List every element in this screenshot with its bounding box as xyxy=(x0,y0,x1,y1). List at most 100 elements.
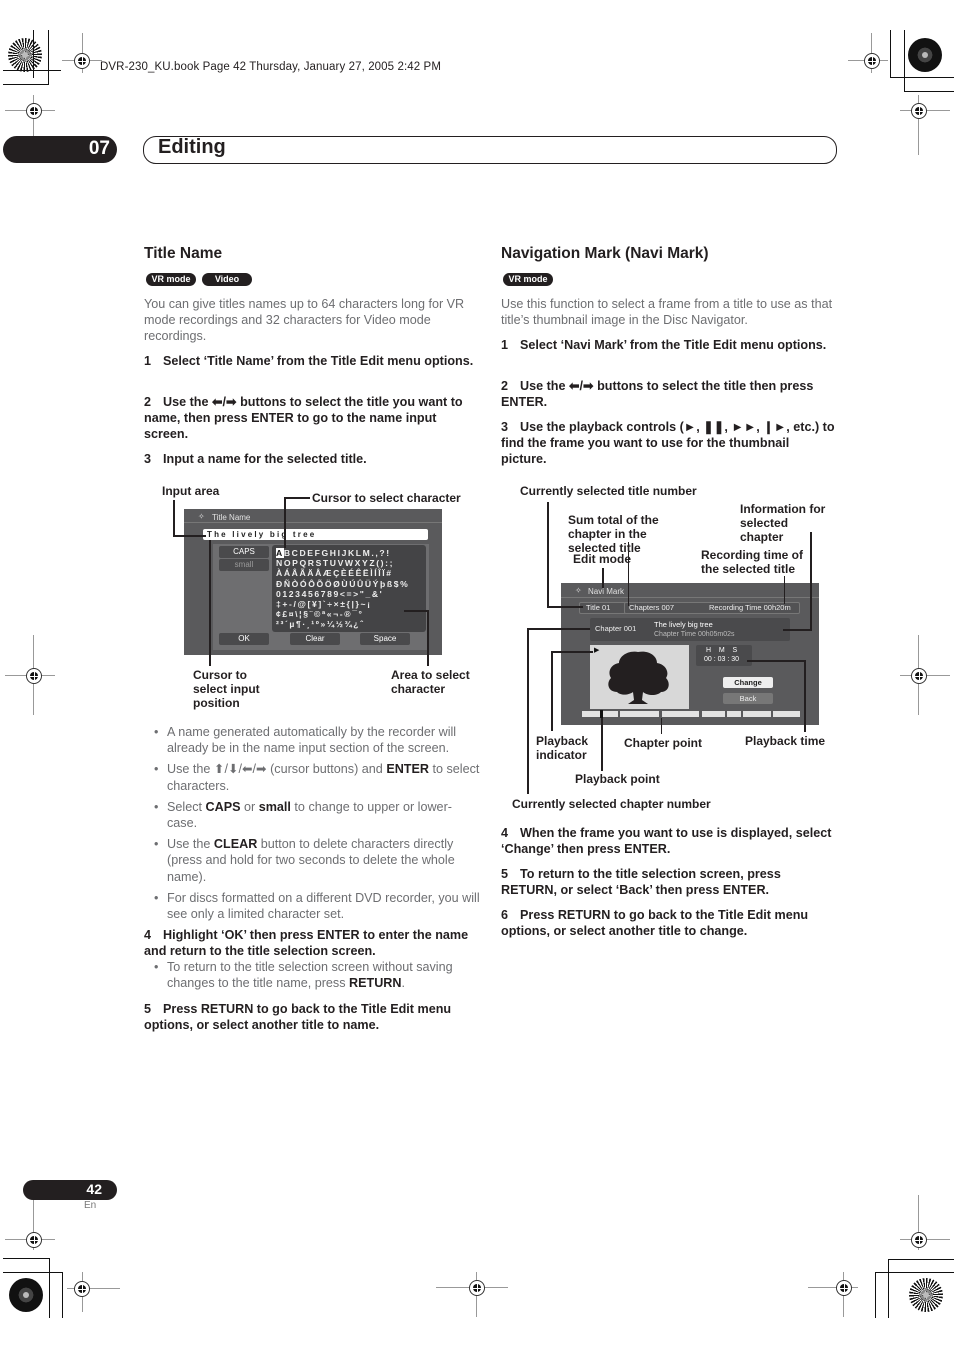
chapter-number: 07 xyxy=(88,138,110,159)
character-key[interactable]: Q xyxy=(299,558,307,568)
character-key[interactable]: Á xyxy=(284,568,292,578)
callout-edit-mode: Edit mode xyxy=(573,552,632,566)
playback-point-marker[interactable] xyxy=(600,710,603,718)
character-key[interactable]: ° xyxy=(359,609,364,619)
character-key[interactable]: N xyxy=(276,558,284,568)
menu-icon: ✧ xyxy=(198,512,205,521)
navi-mark-step-4: 4 When the frame you want to use is displ… xyxy=(501,826,832,857)
callout-input-area: Input area xyxy=(162,484,220,498)
caps-button[interactable]: CAPS xyxy=(219,546,269,558)
small-button[interactable]: small xyxy=(219,559,269,571)
page-number: 42 xyxy=(86,1181,102,1197)
name-input-field[interactable]: The lively big tree xyxy=(203,529,428,540)
character-key[interactable]: Å xyxy=(315,568,323,578)
character-key[interactable]: < xyxy=(340,589,347,599)
character-key[interactable]: E xyxy=(307,548,314,558)
character-key[interactable]: þ xyxy=(380,579,387,589)
character-key[interactable]: Ô xyxy=(308,579,316,589)
clear-button[interactable]: Clear xyxy=(290,633,340,645)
tree-image xyxy=(608,651,669,704)
character-key[interactable]: Õ xyxy=(317,579,325,589)
ok-button[interactable]: OK xyxy=(219,633,269,645)
character-key[interactable]: G xyxy=(321,548,329,558)
character-key[interactable]: S xyxy=(316,558,323,568)
character-key[interactable]: É xyxy=(348,568,355,578)
navi-mark-step-5: 5 To return to the title selection screen… xyxy=(501,867,781,898)
section-heading-title-name: Title Name xyxy=(144,245,223,262)
starburst-mark-icon xyxy=(9,1278,43,1312)
character-key[interactable]: Ú xyxy=(349,579,357,589)
character-key[interactable]: L xyxy=(356,548,363,558)
character-key[interactable]: A xyxy=(276,548,284,558)
character-key[interactable]: & xyxy=(372,589,380,599)
title-name-step-5: 5 Press RETURN to go back to the Title Ed… xyxy=(144,1002,452,1033)
character-key[interactable]: W xyxy=(345,558,355,568)
chapter-title: Editing xyxy=(158,136,226,158)
callout-playback-indicator: Playback indicator xyxy=(536,734,589,762)
character-key[interactable]: K xyxy=(348,548,356,558)
navi-mark-step-2: 2 Use the ⬅/➡ buttons to select the title… xyxy=(501,379,814,410)
character-key[interactable]: Ç xyxy=(333,568,341,578)
character-key[interactable]: Ý xyxy=(373,579,380,589)
character-key[interactable]: ; xyxy=(390,558,394,568)
character-key[interactable]: # xyxy=(386,568,392,578)
character-grid[interactable]: ABCDEFGHIJKLM.,?! NOPQRSTUVWXYZ():; ÀÁÂÃÄÅ… xyxy=(272,545,426,632)
playback-indicator-icon: ▶ xyxy=(594,647,600,654)
character-key[interactable]: ¼ xyxy=(327,619,336,629)
character-key[interactable]: Û xyxy=(357,579,365,589)
title-name-step-4-tip: To return to the title selection screen … xyxy=(144,959,480,996)
character-key[interactable]: % xyxy=(400,579,409,589)
character-key[interactable]: Ò xyxy=(292,579,300,589)
character-key[interactable]: ˆ xyxy=(360,619,364,629)
character-key[interactable]: À xyxy=(276,568,284,578)
callout-title-number: Currently selected title number xyxy=(520,484,697,498)
character-key[interactable]: O xyxy=(284,558,292,568)
timeline-segment xyxy=(773,711,800,717)
character-key[interactable]: © xyxy=(314,609,322,619)
character-row: 0123456789<=>"_&' xyxy=(276,589,422,599)
character-key[interactable]: Ó xyxy=(300,579,308,589)
character-key[interactable]: H xyxy=(330,548,338,558)
character-key[interactable]: Æ xyxy=(323,568,333,578)
registration-mark-icon xyxy=(26,103,42,119)
character-key[interactable]: B xyxy=(284,548,292,558)
timeline-segment xyxy=(620,711,659,717)
timeline-segment xyxy=(702,711,725,717)
callout-sum-total: Sum total of the chapter in the selected… xyxy=(568,513,659,555)
character-key[interactable]: Ä xyxy=(307,568,315,578)
character-key[interactable]: Ö xyxy=(325,579,333,589)
callout-cursor-input: Cursor to select input position xyxy=(193,668,260,710)
character-key[interactable]: ® xyxy=(344,609,352,619)
character-key[interactable]: Ê xyxy=(356,568,363,578)
registration-mark-icon xyxy=(836,1280,852,1296)
character-key[interactable]: ¬ xyxy=(333,609,340,619)
section-heading-navi-mark: Navigation Mark (Navi Mark) xyxy=(501,245,709,262)
character-key[interactable]: R xyxy=(308,558,316,568)
character-key[interactable]: Ü xyxy=(365,579,373,589)
character-key[interactable]: Ñ xyxy=(284,579,292,589)
character-key[interactable]: ß xyxy=(387,579,394,589)
character-row: ABCDEFGHIJKLM.,?! xyxy=(276,548,422,558)
tip-item: A name generated automatically by the re… xyxy=(144,724,480,756)
title-name-step-2: 2 Use the ⬅/➡ buttons to select the title… xyxy=(144,395,463,442)
character-key[interactable]: T xyxy=(323,558,330,568)
callout-chapter-number: Currently selected chapter number xyxy=(512,797,711,811)
character-key[interactable]: V xyxy=(338,558,345,568)
character-key[interactable]: ! xyxy=(386,548,390,558)
character-key[interactable]: ¾ xyxy=(344,619,353,629)
change-button[interactable]: Change xyxy=(723,677,773,688)
character-row: ¢£¤\¦§¨©ª«¬-®¯° xyxy=(276,609,422,619)
space-button[interactable]: Space xyxy=(360,633,410,645)
navi-mark-step-3: 3 Use the playback controls (►, ❚❚, ►►, ❙… xyxy=(501,420,835,467)
character-key[interactable]: X xyxy=(355,558,362,568)
character-key[interactable]: ' xyxy=(380,589,384,599)
title-number-field: Title 01 xyxy=(579,602,629,614)
character-key[interactable]: U xyxy=(330,558,338,568)
character-key[interactable]: @ xyxy=(297,599,307,609)
registration-mark-icon xyxy=(469,1280,485,1296)
character-key[interactable]: ¡ xyxy=(367,599,371,609)
back-button[interactable]: Back xyxy=(723,693,773,704)
callout-cursor-character: Cursor to select character xyxy=(312,491,461,505)
character-key[interactable]: > xyxy=(353,589,360,599)
character-key[interactable]: Ð xyxy=(276,579,284,589)
